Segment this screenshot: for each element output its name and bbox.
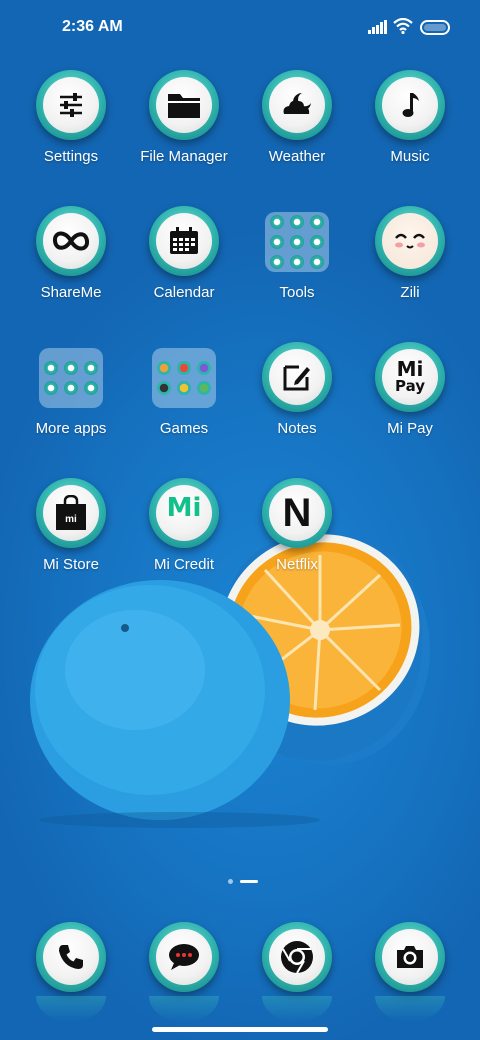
app-music[interactable]: Music [350, 70, 470, 180]
app-label: More apps [35, 420, 107, 437]
app-weather[interactable]: Weather [237, 70, 357, 180]
app-label: Mi Pay [387, 420, 433, 437]
app-settings[interactable]: Settings [11, 70, 131, 180]
app-label: Notes [277, 420, 317, 437]
sliders-icon [60, 93, 82, 117]
status-time: 2:36 AM [62, 18, 123, 35]
folder-more-apps-icon [39, 348, 103, 408]
app-label: Music [390, 148, 430, 165]
messages-icon [169, 944, 199, 970]
app-label: ShareMe [40, 284, 102, 301]
netflix-n-icon: N [282, 490, 312, 535]
app-file-manager[interactable]: File Manager [124, 70, 244, 180]
chrome-icon [281, 941, 313, 974]
app-notes[interactable]: Notes [237, 342, 357, 452]
mi-pay-icon: Mi [396, 357, 424, 381]
folder-games-icon [152, 348, 216, 408]
signal-icon [368, 20, 387, 34]
wifi-icon [393, 18, 413, 34]
app-label: Tools [279, 284, 315, 301]
app-label: Netflix [276, 556, 318, 573]
dock-phone[interactable] [11, 922, 131, 1022]
battery-icon [420, 20, 450, 35]
app-label: Calendar [153, 284, 215, 301]
app-tools-folder[interactable]: Tools [237, 206, 357, 316]
app-label: Weather [268, 148, 326, 165]
page-indicator [0, 878, 480, 884]
svg-text:mi: mi [65, 514, 77, 525]
app-label: Mi Credit [153, 556, 214, 573]
dock-messages[interactable] [124, 922, 244, 1022]
app-zili[interactable]: Zili [350, 206, 470, 316]
app-games-folder[interactable]: Games [124, 342, 244, 452]
dock-camera[interactable] [350, 922, 470, 1022]
music-note-icon [402, 93, 419, 117]
zili-face-icon [395, 233, 425, 249]
cloud-moon-icon [283, 93, 311, 114]
app-shareme[interactable]: ShareMe [11, 206, 131, 316]
app-label: Games [159, 420, 209, 437]
app-calendar[interactable]: Calendar [124, 206, 244, 316]
mi-credit-icon: Mi [166, 493, 202, 523]
folder-tools-icon [265, 212, 329, 272]
app-label: Mi Store [43, 556, 99, 573]
app-mi-credit[interactable]: Mi Mi Credit [124, 478, 244, 588]
page-dot-1[interactable] [228, 879, 233, 884]
folder-icon [168, 94, 200, 118]
note-edit-icon [283, 365, 310, 391]
phone-icon [59, 945, 83, 969]
app-mi-store[interactable]: mi Mi Store [11, 478, 131, 588]
dock-chrome[interactable] [237, 922, 357, 1022]
calendar-icon [170, 227, 198, 254]
shopping-bag-icon: mi [56, 495, 86, 530]
app-mi-pay[interactable]: Mi Pay Mi Pay [350, 342, 470, 452]
status-bar: 2:36 AM [0, 0, 480, 56]
home-gesture-bar[interactable] [152, 1027, 328, 1032]
app-label: Zili [400, 284, 420, 301]
camera-icon [397, 946, 423, 968]
page-dot-2-active[interactable] [240, 880, 258, 883]
infinity-icon [52, 231, 90, 251]
app-label: File Manager [140, 148, 228, 165]
app-netflix[interactable]: N Netflix [237, 478, 357, 588]
app-more-apps-folder[interactable]: More apps [11, 342, 131, 452]
app-label: Settings [43, 148, 99, 165]
